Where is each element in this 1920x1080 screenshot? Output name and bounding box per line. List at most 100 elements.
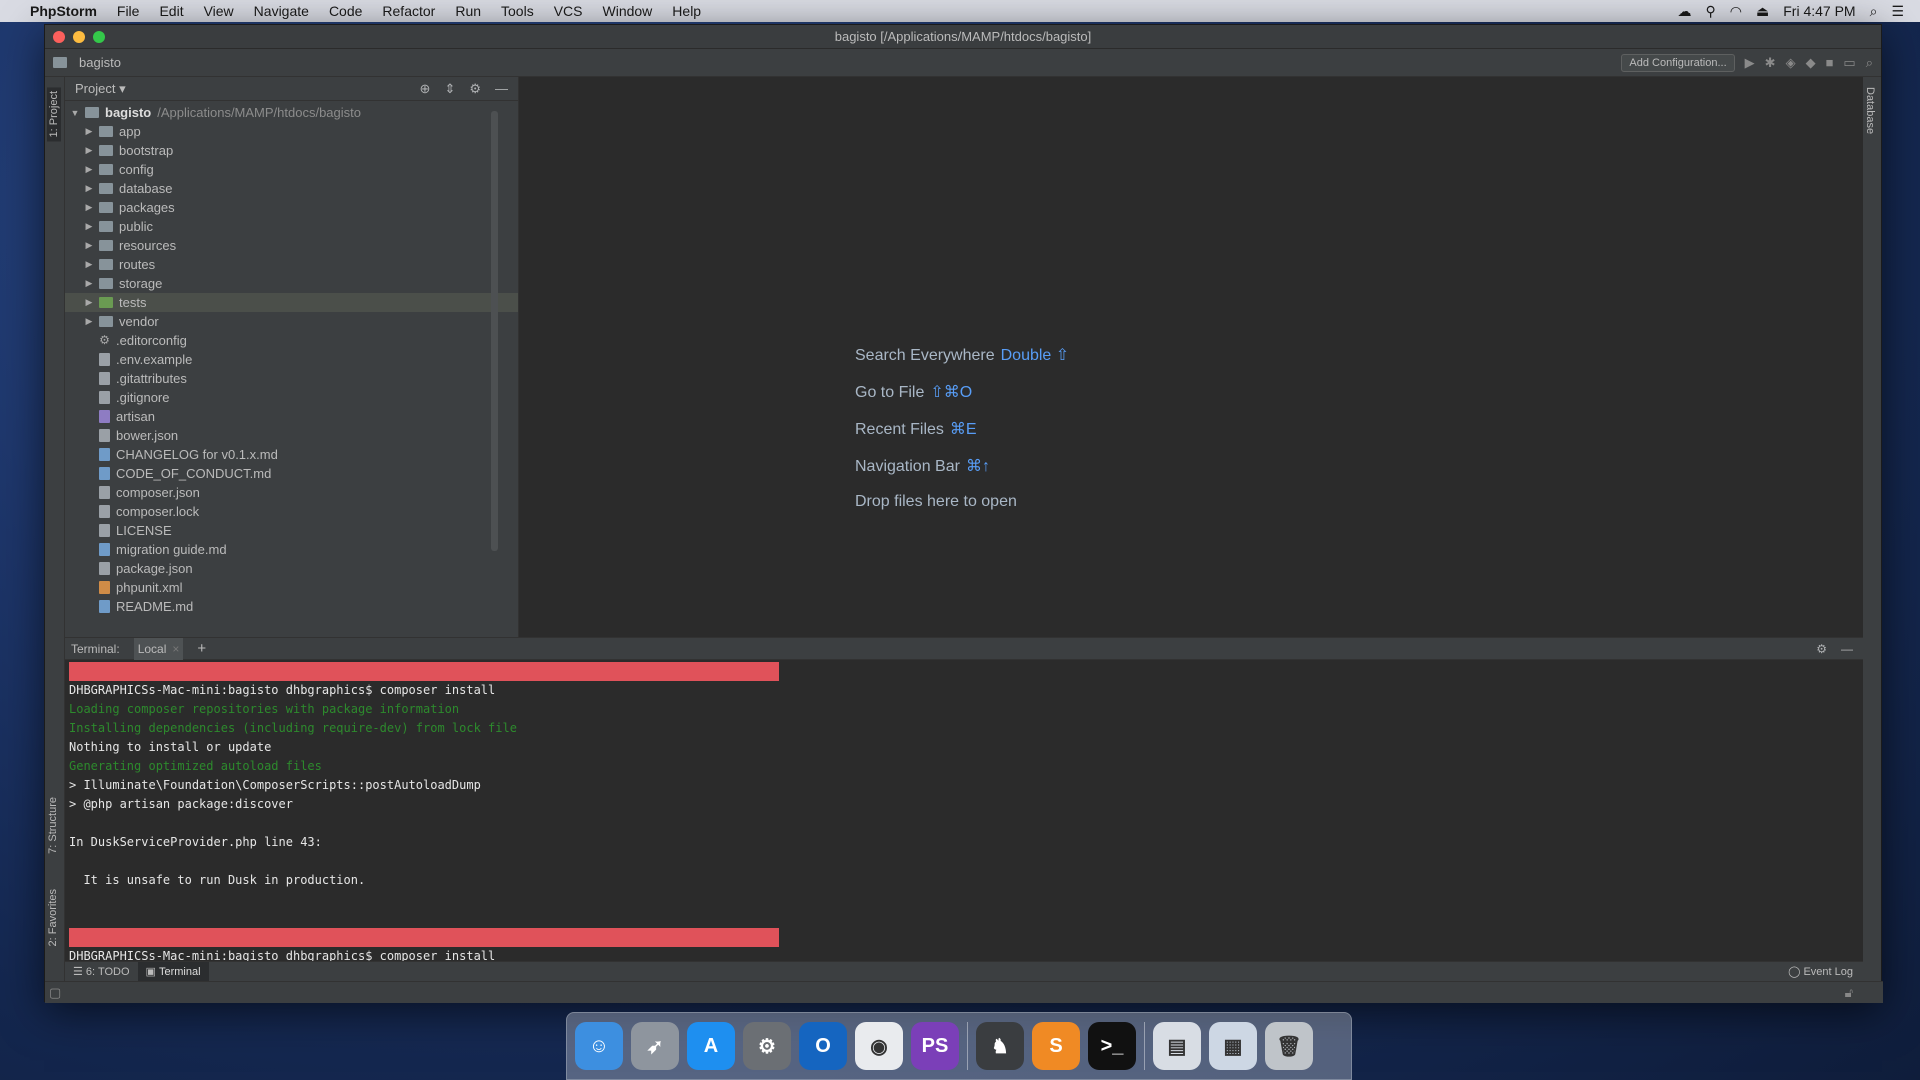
menu-clock[interactable]: Fri 4:47 PM xyxy=(1783,3,1855,19)
airplay-icon[interactable]: ⏏ xyxy=(1756,3,1769,20)
tree-folder-routes[interactable]: ▶ routes xyxy=(65,255,518,274)
expand-right-icon[interactable]: ▶ xyxy=(83,278,95,289)
spotlight-search-icon[interactable]: ⚲ xyxy=(1706,3,1716,20)
tree-file[interactable]: composer.lock xyxy=(65,502,518,521)
tree-folder-app[interactable]: ▶ app xyxy=(65,122,518,141)
todo-tool-tab[interactable]: ☰ 6: TODO xyxy=(65,962,138,982)
dock-terminal-icon[interactable]: >_ xyxy=(1088,1022,1136,1070)
hide-panel-icon[interactable]: — xyxy=(495,81,508,97)
editor-area[interactable]: Search Everywhere Double ⇧ Go to File ⇧⌘O Re… xyxy=(519,77,1863,637)
terminal-output[interactable]: DHBGRAPHICSs-Mac-mini:bagisto dhbgraphic… xyxy=(65,660,1863,968)
dock-app-store-icon[interactable]: A xyxy=(687,1022,735,1070)
tree-folder-database[interactable]: ▶ database xyxy=(65,179,518,198)
close-tab-icon[interactable]: × xyxy=(172,642,179,656)
dock-outlook-icon[interactable]: O xyxy=(799,1022,847,1070)
menu-vcs[interactable]: VCS xyxy=(544,3,593,19)
minimize-window-button[interactable] xyxy=(73,31,85,43)
dock-launchpad-icon[interactable]: ➶ xyxy=(631,1022,679,1070)
project-scrollbar[interactable] xyxy=(491,111,498,551)
expand-right-icon[interactable]: ▶ xyxy=(83,183,95,194)
menu-help[interactable]: Help xyxy=(662,3,711,19)
menu-refactor[interactable]: Refactor xyxy=(372,3,445,19)
project-view-selector[interactable]: Project ▾ xyxy=(75,81,126,97)
menu-edit[interactable]: Edit xyxy=(149,3,193,19)
coverage-icon[interactable]: ◈ xyxy=(1786,55,1796,71)
dock-documents-stack-icon[interactable]: ▦ xyxy=(1209,1022,1257,1070)
locate-icon[interactable]: ⊕ xyxy=(420,81,431,97)
expand-right-icon[interactable]: ▶ xyxy=(83,316,95,327)
tree-folder-config[interactable]: ▶ config xyxy=(65,160,518,179)
tree-file[interactable]: migration guide.md xyxy=(65,540,518,559)
terminal-tool-tab[interactable]: ▣ Terminal xyxy=(137,961,209,982)
project-structure-icon[interactable]: ▭ xyxy=(1843,55,1855,71)
tree-file[interactable]: LICENSE xyxy=(65,521,518,540)
add-configuration-button[interactable]: Add Configuration... xyxy=(1621,53,1735,72)
tree-file[interactable]: composer.json xyxy=(65,483,518,502)
favorites-tool-tab[interactable]: 2: Favorites xyxy=(47,889,59,946)
tree-file[interactable]: .gitignore xyxy=(65,388,518,407)
dock-system-preferences-icon[interactable]: ⚙ xyxy=(743,1022,791,1070)
collapse-all-icon[interactable]: ⇕ xyxy=(444,81,455,97)
notification-center-icon[interactable]: ☰ xyxy=(1891,3,1904,20)
tree-folder-resources[interactable]: ▶ resources xyxy=(65,236,518,255)
tree-file[interactable]: artisan xyxy=(65,407,518,426)
breadcrumb[interactable]: bagisto xyxy=(45,55,121,70)
menu-navigate[interactable]: Navigate xyxy=(244,3,319,19)
dock-trash-icon[interactable]: 🗑 xyxy=(1265,1022,1313,1070)
expand-right-icon[interactable]: ▶ xyxy=(83,221,95,232)
lock-icon[interactable]: 🔓︎ xyxy=(1845,985,1853,1001)
dock-chrome-icon[interactable]: ◉ xyxy=(855,1022,903,1070)
dock-sequel-pro-icon[interactable]: ♞ xyxy=(976,1022,1024,1070)
tree-file[interactable]: CHANGELOG for v0.1.x.md xyxy=(65,445,518,464)
menu-app-name[interactable]: PhpStorm xyxy=(20,3,107,19)
event-log-button[interactable]: ◯ Event Log xyxy=(1780,962,1863,982)
search-icon[interactable]: ⌕ xyxy=(1870,3,1878,20)
wifi-icon[interactable]: ◠ xyxy=(1730,3,1742,20)
expand-down-icon[interactable]: ▼ xyxy=(69,108,81,118)
expand-right-icon[interactable]: ▶ xyxy=(83,297,95,308)
breadcrumb-project[interactable]: bagisto xyxy=(79,55,121,70)
run-icon[interactable]: ▶ xyxy=(1745,55,1755,71)
close-window-button[interactable] xyxy=(53,31,65,43)
hide-terminal-icon[interactable]: — xyxy=(1841,642,1853,656)
database-tool-tab[interactable]: Database xyxy=(1864,87,1876,134)
tree-file[interactable]: CODE_OF_CONDUCT.md xyxy=(65,464,518,483)
new-terminal-tab-button[interactable]: + xyxy=(197,640,206,657)
debug-icon[interactable]: ✱ xyxy=(1765,55,1776,71)
tree-folder-bootstrap[interactable]: ▶ bootstrap xyxy=(65,141,518,160)
dock-downloads-stack-icon[interactable]: ▤ xyxy=(1153,1022,1201,1070)
menu-file[interactable]: File xyxy=(107,3,150,19)
menu-window[interactable]: Window xyxy=(593,3,663,19)
menu-tools[interactable]: Tools xyxy=(491,3,544,19)
tree-file[interactable]: .env.example xyxy=(65,350,518,369)
menu-view[interactable]: View xyxy=(194,3,244,19)
expand-right-icon[interactable]: ▶ xyxy=(83,145,95,156)
dock-sublime-text-icon[interactable]: S xyxy=(1032,1022,1080,1070)
tree-folder-public[interactable]: ▶ public xyxy=(65,217,518,236)
tree-file[interactable]: bower.json xyxy=(65,426,518,445)
menu-run[interactable]: Run xyxy=(445,3,491,19)
creative-cloud-icon[interactable]: ☁ xyxy=(1678,3,1692,20)
dock-finder-icon[interactable]: ☺ xyxy=(575,1022,623,1070)
tree-file[interactable]: ⚙ .editorconfig xyxy=(65,331,518,350)
tree-file[interactable]: README.md xyxy=(65,597,518,616)
stop-icon[interactable]: ■ xyxy=(1826,55,1834,70)
toggle-tool-windows-icon[interactable]: ▢ xyxy=(49,985,61,1001)
profile-icon[interactable]: ◆ xyxy=(1806,55,1816,71)
settings-gear-icon[interactable]: ⚙ xyxy=(469,81,481,97)
expand-right-icon[interactable]: ▶ xyxy=(83,240,95,251)
search-everywhere-icon[interactable]: ⌕ xyxy=(1866,55,1873,71)
terminal-tab-local[interactable]: Local × xyxy=(133,637,184,660)
expand-right-icon[interactable]: ▶ xyxy=(83,126,95,137)
project-tool-tab[interactable]: 1: Project xyxy=(47,87,61,142)
tree-folder-storage[interactable]: ▶ storage xyxy=(65,274,518,293)
expand-right-icon[interactable]: ▶ xyxy=(83,259,95,270)
tree-folder-tests[interactable]: ▶ tests xyxy=(65,293,518,312)
tree-root[interactable]: ▼ bagisto /Applications/MAMP/htdocs/bagi… xyxy=(65,103,518,122)
tree-folder-vendor[interactable]: ▶ vendor xyxy=(65,312,518,331)
dock-phpstorm-icon[interactable]: PS xyxy=(911,1022,959,1070)
tree-file[interactable]: package.json xyxy=(65,559,518,578)
terminal-settings-gear-icon[interactable]: ⚙ xyxy=(1816,642,1827,656)
tree-folder-packages[interactable]: ▶ packages xyxy=(65,198,518,217)
structure-tool-tab[interactable]: 7: Structure xyxy=(47,797,59,854)
